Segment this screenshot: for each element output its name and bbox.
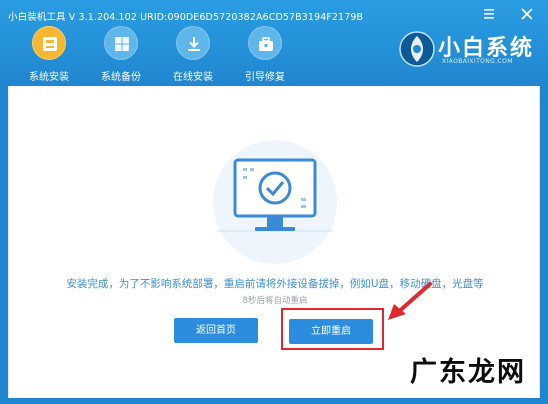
watermark-text: 广东龙网 bbox=[410, 357, 526, 388]
app-window: 小白装机工具 V 3.1.204.102 URID:090DE6D5720382… bbox=[0, 0, 548, 404]
header-bar: 小白装机工具 V 3.1.204.102 URID:090DE6D5720382… bbox=[0, 0, 548, 86]
logo-icon bbox=[399, 31, 435, 67]
toolbox-icon bbox=[248, 26, 282, 60]
close-icon bbox=[521, 8, 533, 20]
frame-right bbox=[540, 86, 548, 404]
close-button[interactable] bbox=[518, 5, 536, 23]
nav-label: 在线安装 bbox=[173, 72, 213, 83]
frame-bottom bbox=[0, 398, 548, 404]
nav-item-system-install[interactable]: 系统安装 bbox=[17, 24, 81, 86]
minimize-icon bbox=[484, 9, 494, 19]
minimize-button[interactable] bbox=[480, 5, 498, 23]
main-nav: 系统安装 系统备份 在线安装 引导修复 bbox=[0, 24, 330, 86]
brand-logo: 小白系统 XIAOBAIXITONG.COM bbox=[398, 26, 548, 76]
nav-item-system-backup[interactable]: 系统备份 bbox=[89, 24, 153, 86]
window-title: 小白装机工具 V 3.1.204.102 URID:090DE6D5720382… bbox=[8, 12, 364, 23]
back-home-button[interactable]: 返回首页 bbox=[174, 318, 258, 343]
install-complete-message: 安装完成，为了不影响系统部署，重启前请将外接设备拔掉，例如U盘，移动硬盘，光盘等 bbox=[66, 278, 484, 290]
frame-left bbox=[0, 86, 8, 404]
nav-label: 系统备份 bbox=[101, 72, 141, 83]
download-icon bbox=[176, 26, 210, 60]
nav-item-online-install[interactable]: 在线安装 bbox=[161, 24, 225, 86]
red-arrow-icon bbox=[388, 282, 432, 320]
install-complete-monitor-icon bbox=[213, 140, 337, 264]
nav-label: 引导修复 bbox=[245, 72, 285, 83]
nav-label: 系统安装 bbox=[29, 72, 69, 83]
logo-url: XIAOBAIXITONG.COM bbox=[442, 58, 513, 65]
nav-item-boot-repair[interactable]: 引导修复 bbox=[233, 24, 297, 86]
highlight-box bbox=[281, 308, 384, 350]
disk-install-icon bbox=[32, 26, 66, 60]
windows-backup-icon bbox=[104, 26, 138, 60]
countdown-text: 8秒后将自动重启 bbox=[242, 296, 308, 306]
